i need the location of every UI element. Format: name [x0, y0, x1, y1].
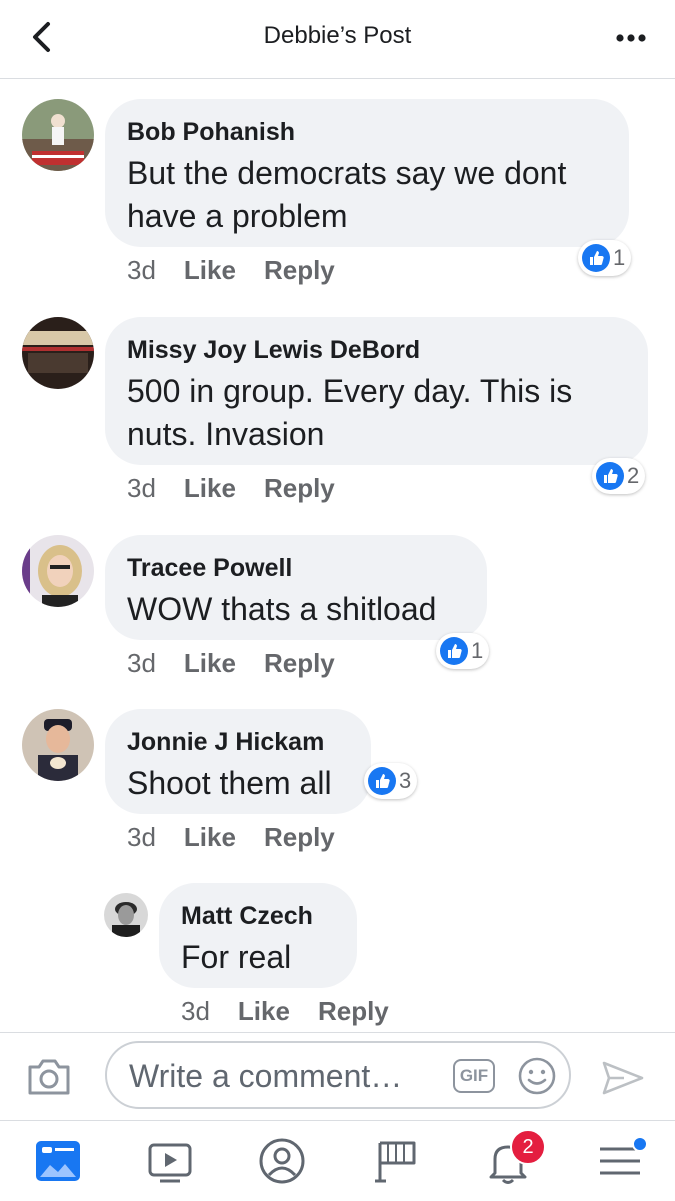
- reaction-count[interactable]: 2: [592, 458, 646, 494]
- reply-button[interactable]: Reply: [318, 996, 389, 1026]
- comment-text-line: have a problem: [127, 198, 348, 234]
- comment-time: 3d: [127, 822, 156, 852]
- comment-time: 3d: [181, 996, 210, 1026]
- news-feed-icon[interactable]: [32, 1135, 84, 1187]
- comment-input-box[interactable]: GIF: [105, 1041, 571, 1109]
- like-reaction-icon: [440, 637, 468, 665]
- reaction-count[interactable]: 1: [436, 633, 490, 669]
- comment-input[interactable]: [127, 1055, 451, 1097]
- comment-text-line: But the democrats say we dont: [127, 155, 567, 191]
- like-reaction-icon: [596, 462, 624, 490]
- avatar[interactable]: [22, 535, 94, 607]
- emoji-icon[interactable]: [517, 1056, 557, 1096]
- avatar[interactable]: [22, 99, 94, 171]
- avatar[interactable]: [104, 893, 148, 937]
- profile-icon[interactable]: [256, 1135, 308, 1187]
- reply-button[interactable]: Reply: [264, 822, 335, 852]
- comment-time: 3d: [127, 255, 156, 285]
- comment-author[interactable]: Bob Pohanish: [127, 118, 295, 147]
- bottom-tab-bar: 2: [0, 1120, 675, 1201]
- comment-meta: 3d Like Reply: [127, 648, 335, 679]
- avatar[interactable]: [22, 317, 94, 389]
- page-title: Debbie’s Post: [263, 22, 412, 49]
- reaction-count[interactable]: 1: [578, 240, 632, 276]
- like-button[interactable]: Like: [238, 996, 290, 1026]
- comment-text-line: WOW thats a shitload: [127, 591, 437, 627]
- comment-author[interactable]: Missy Joy Lewis DeBord: [127, 336, 420, 365]
- menu-notification-dot: [632, 1136, 648, 1152]
- like-button[interactable]: Like: [184, 255, 236, 285]
- post-header: Debbie’s Post: [0, 0, 675, 79]
- avatar[interactable]: [22, 709, 94, 781]
- comment-text-line: For real: [181, 939, 292, 975]
- comment-meta: 3d Like Reply: [127, 822, 335, 853]
- comment-text-line: Shoot them all: [127, 765, 332, 801]
- comment-author[interactable]: Matt Czech: [181, 902, 313, 931]
- reply-button[interactable]: Reply: [264, 648, 335, 678]
- pages-flag-icon[interactable]: [370, 1135, 422, 1187]
- like-button[interactable]: Like: [184, 648, 236, 678]
- reply-button[interactable]: Reply: [264, 255, 335, 285]
- like-reaction-icon: [368, 767, 396, 795]
- comment-time: 3d: [127, 648, 156, 678]
- reaction-count[interactable]: 3: [364, 763, 418, 799]
- comment-text-line: nuts. Invasion: [127, 416, 325, 452]
- comment-meta: 3d Like Reply: [127, 255, 335, 286]
- comment-composer: GIF: [0, 1032, 675, 1121]
- like-button[interactable]: Like: [184, 822, 236, 852]
- camera-icon[interactable]: [26, 1057, 72, 1097]
- send-icon[interactable]: [600, 1059, 646, 1097]
- comment-author[interactable]: Tracee Powell: [127, 554, 292, 583]
- reply-button[interactable]: Reply: [264, 473, 335, 503]
- more-options-icon[interactable]: [615, 33, 647, 43]
- comment-author[interactable]: Jonnie J Hickam: [127, 728, 324, 757]
- like-reaction-icon: [582, 244, 610, 272]
- comment-meta: 3d Like Reply: [127, 473, 335, 504]
- gif-button[interactable]: GIF: [453, 1059, 495, 1093]
- comment-text-line: 500 in group. Every day. This is: [127, 373, 573, 409]
- comment-meta: 3d Like Reply: [181, 996, 389, 1027]
- like-button[interactable]: Like: [184, 473, 236, 503]
- comment-time: 3d: [127, 473, 156, 503]
- notifications-badge: 2: [510, 1129, 546, 1165]
- watch-video-icon[interactable]: [144, 1135, 196, 1187]
